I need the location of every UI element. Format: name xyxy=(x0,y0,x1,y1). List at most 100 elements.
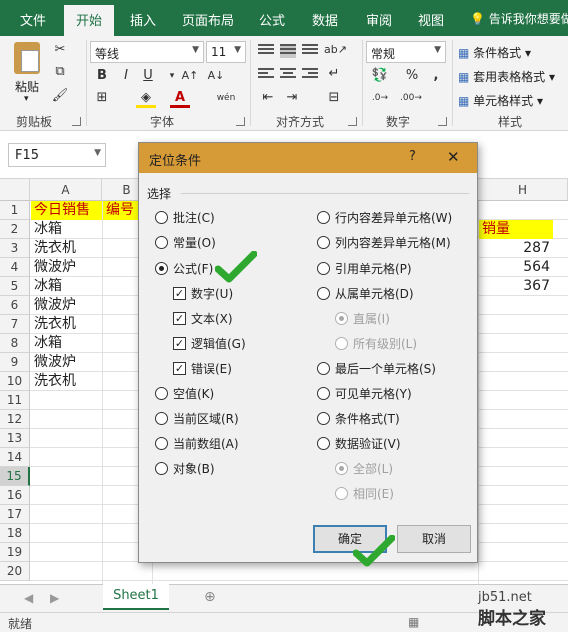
tab-insert[interactable]: 插入 xyxy=(130,10,156,29)
align-center-icon[interactable] xyxy=(280,68,296,82)
select-all-corner[interactable] xyxy=(0,179,30,201)
increase-indent-icon[interactable]: ⇥ xyxy=(282,88,302,108)
row-header[interactable]: 8 xyxy=(0,334,30,353)
align-left-icon[interactable] xyxy=(258,68,274,82)
fill-color-icon[interactable]: ◈ xyxy=(136,88,156,108)
decrease-decimal-icon[interactable]: .00→ xyxy=(400,88,422,108)
comma-button[interactable]: , xyxy=(426,66,446,86)
radio-icon xyxy=(317,211,330,224)
cell-a4[interactable]: 微波炉 xyxy=(31,258,79,277)
tab-view[interactable]: 视图 xyxy=(418,10,444,29)
merge-center-icon[interactable]: ⊟ xyxy=(324,88,344,108)
column-header-a[interactable]: A xyxy=(30,179,102,201)
font-size-combo[interactable]: 11 ▼ xyxy=(206,41,246,63)
orientation-icon[interactable]: ab↗ xyxy=(324,40,347,60)
tab-home[interactable]: 开始 xyxy=(64,5,115,36)
cell-h5[interactable]: 367 xyxy=(479,277,553,296)
row-header-selected[interactable]: 15 xyxy=(0,467,30,486)
row-header[interactable]: 19 xyxy=(0,543,30,562)
row-header[interactable]: 7 xyxy=(0,315,30,334)
number-launcher-icon[interactable] xyxy=(438,117,447,126)
add-sheet-icon[interactable]: ⊕ xyxy=(204,589,216,605)
tab-page-layout[interactable]: 页面布局 xyxy=(182,10,234,29)
tell-me-box[interactable]: 💡 告诉我你想要做 xyxy=(470,10,568,27)
font-grow-icon[interactable]: A↑ xyxy=(180,66,200,86)
font-launcher-icon[interactable] xyxy=(236,117,245,126)
cell-a7[interactable]: 洗衣机 xyxy=(31,315,79,334)
row-header[interactable]: 12 xyxy=(0,410,30,429)
sheet-tab-sheet1[interactable]: Sheet1 xyxy=(103,584,169,610)
row-header[interactable]: 11 xyxy=(0,391,30,410)
normal-view-icon[interactable]: ▦ xyxy=(408,615,419,629)
align-bottom-icon[interactable] xyxy=(302,44,318,58)
cell-h3[interactable]: 287 xyxy=(479,239,553,258)
align-middle-icon[interactable] xyxy=(280,44,296,58)
number-format-combo[interactable]: 常规 ▼ xyxy=(366,41,446,63)
cell-a9[interactable]: 微波炉 xyxy=(31,353,79,372)
cell-a1[interactable]: 今日销售 xyxy=(31,201,102,220)
row-header[interactable]: 4 xyxy=(0,258,30,277)
name-box[interactable]: F15 ▼ xyxy=(8,143,106,167)
align-top-icon[interactable] xyxy=(258,44,274,58)
borders-icon[interactable]: ⊞ xyxy=(92,88,112,108)
alignment-launcher-icon[interactable] xyxy=(348,117,357,126)
paste-icon[interactable] xyxy=(14,42,40,74)
cell-a6[interactable]: 微波炉 xyxy=(31,296,79,315)
scroll-left-icon[interactable]: ◀ xyxy=(24,591,33,605)
row-header[interactable]: 2 xyxy=(0,220,30,239)
close-button[interactable]: ✕ xyxy=(447,148,460,166)
currency-icon[interactable]: 💱 xyxy=(370,66,390,86)
font-shrink-icon[interactable]: A↓ xyxy=(206,66,226,86)
cell-a2[interactable]: 冰箱 xyxy=(31,220,65,239)
align-right-icon[interactable] xyxy=(302,68,318,82)
paste-label[interactable]: 粘贴 xyxy=(15,78,39,95)
cut-icon[interactable]: ✂ xyxy=(50,40,70,60)
row-header[interactable]: 20 xyxy=(0,562,30,581)
cell-b1[interactable]: 编号 xyxy=(103,201,138,220)
cell-a5[interactable]: 冰箱 xyxy=(31,277,65,296)
tab-file[interactable]: 文件 xyxy=(20,10,46,29)
row-header[interactable]: 1 xyxy=(0,201,30,220)
row-header[interactable]: 16 xyxy=(0,486,30,505)
decrease-indent-icon[interactable]: ⇤ xyxy=(258,88,278,108)
font-color-button[interactable]: A xyxy=(170,88,190,108)
bold-button[interactable]: B xyxy=(92,66,112,86)
ribbon-tab-bar: 文件 开始 插入 页面布局 公式 数据 审阅 视图 💡 告诉我你想要做 xyxy=(0,0,568,36)
cell-h4[interactable]: 564 xyxy=(479,258,553,277)
row-header[interactable]: 14 xyxy=(0,448,30,467)
cell-a10[interactable]: 洗衣机 xyxy=(31,372,79,391)
phonetic-button[interactable]: wén xyxy=(214,88,238,108)
row-header[interactable]: 9 xyxy=(0,353,30,372)
help-button[interactable]: ? xyxy=(409,149,416,164)
tab-formulas[interactable]: 公式 xyxy=(259,10,285,29)
row-header[interactable]: 17 xyxy=(0,505,30,524)
format-painter-icon[interactable]: 🖌 xyxy=(50,86,70,106)
cancel-button[interactable]: 取消 xyxy=(397,525,471,553)
row-header[interactable]: 6 xyxy=(0,296,30,315)
copy-icon[interactable]: ⧉ xyxy=(50,62,70,82)
column-header-h[interactable]: H xyxy=(478,179,568,201)
increase-decimal-icon[interactable]: .0→ xyxy=(370,88,390,108)
underline-button[interactable]: U xyxy=(138,66,158,86)
wrap-text-icon[interactable]: ↵ xyxy=(324,64,344,84)
conditional-format-button[interactable]: ▦ 条件格式 ▾ xyxy=(458,44,531,61)
clipboard-launcher-icon[interactable] xyxy=(72,117,81,126)
row-header[interactable]: 5 xyxy=(0,277,30,296)
tab-data[interactable]: 数据 xyxy=(312,10,338,29)
cell-a3[interactable]: 洗衣机 xyxy=(31,239,79,258)
cell-h2[interactable]: 销量 xyxy=(479,220,553,239)
row-header[interactable]: 3 xyxy=(0,239,30,258)
cell-styles-label: 单元格样式 xyxy=(473,94,534,108)
row-header[interactable]: 13 xyxy=(0,429,30,448)
radio-icon xyxy=(317,387,330,400)
cell-a8[interactable]: 冰箱 xyxy=(31,334,65,353)
tab-review[interactable]: 审阅 xyxy=(366,10,392,29)
row-header[interactable]: 18 xyxy=(0,524,30,543)
row-header[interactable]: 10 xyxy=(0,372,30,391)
italic-button[interactable]: I xyxy=(116,66,136,86)
cell-styles-button[interactable]: ▦ 单元格样式 ▾ xyxy=(458,92,543,109)
font-name-combo[interactable]: 等线 ▼ xyxy=(90,41,204,63)
scroll-right-icon[interactable]: ▶ xyxy=(50,591,59,605)
format-as-table-button[interactable]: ▦ 套用表格格式 ▾ xyxy=(458,68,555,85)
percent-button[interactable]: % xyxy=(402,66,422,86)
